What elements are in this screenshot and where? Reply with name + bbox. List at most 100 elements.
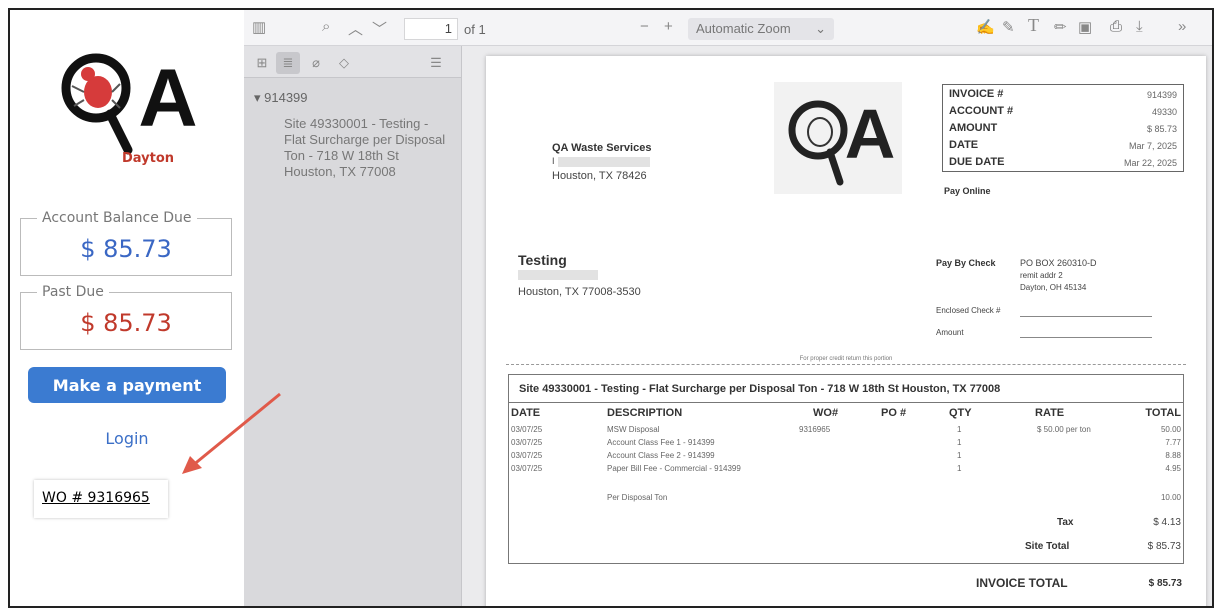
invoice-total-value: $ 85.73 <box>1148 578 1182 589</box>
screenshot-frame: A Dayton Account Balance Due $ 85.73 Pas… <box>8 8 1214 608</box>
col-po: PO # <box>881 407 907 419</box>
sender-name: QA Waste Services <box>552 142 652 154</box>
draw-icon[interactable]: ✏ <box>1054 18 1067 36</box>
attachments-icon[interactable]: ⌀ <box>304 52 328 74</box>
outline-item[interactable]: Site 49330001 - Testing - Flat Surcharge… <box>284 116 452 180</box>
row-total: 10.00 <box>1160 493 1181 502</box>
outline-root-label: 914399 <box>264 90 308 105</box>
meta-row: DATE Mar 7, 2025 <box>949 139 1177 156</box>
layers-icon[interactable]: ◇ <box>332 52 356 74</box>
row-desc: Paper Bill Fee - Commercial - 914399 <box>607 464 741 473</box>
viewer-sidebar: ⊞ ≣ ⌀ ◇ ☰ ▾ 914399 Site 49330001 - Testi… <box>244 46 462 606</box>
signature-icon[interactable]: ✍ <box>976 18 995 36</box>
more-tools-icon[interactable]: » <box>1178 18 1186 35</box>
print-icon[interactable]: ⎙ <box>1110 18 1122 35</box>
brand-text: Dayton <box>122 151 174 166</box>
row-qty: 1 <box>957 438 962 447</box>
save-icon[interactable]: ⤓ <box>1136 18 1143 35</box>
work-order-annotation: WO # 9316965 <box>34 480 168 518</box>
page-count: of 1 <box>464 22 486 37</box>
row-date: 03/07/25 <box>511 451 543 460</box>
search-icon[interactable]: ⌕ <box>322 18 330 35</box>
account-balance-amount: $ 85.73 <box>80 235 172 263</box>
enclosed-check-line <box>1020 316 1152 317</box>
annotation-arrow-icon <box>182 392 281 474</box>
recipient-name: Testing <box>518 252 567 268</box>
remit-line2: remit addr 2 <box>1020 271 1063 280</box>
sidebar-tabs: ⊞ ≣ ⌀ ◇ ☰ <box>244 46 461 78</box>
meta-label: AMOUNT <box>949 122 998 134</box>
tear-line <box>506 364 1186 365</box>
invoice-page: A QA Waste Services I Houston, TX 78426 … <box>486 56 1206 606</box>
site-title: Site 49330001 - Testing - Flat Surcharge… <box>519 383 1001 395</box>
qa-logo: A Dayton <box>61 53 198 166</box>
zoom-select[interactable]: Automatic Zoom ⌄ <box>688 18 834 40</box>
image-icon[interactable]: ▣ <box>1078 18 1092 36</box>
col-wo: WO# <box>813 407 839 419</box>
enclosed-check-label: Enclosed Check # <box>936 306 1001 315</box>
account-balance-label: Account Balance Due <box>37 210 197 226</box>
meta-value: 914399 <box>1146 90 1177 100</box>
invoice-total-label: INVOICE TOTAL <box>976 576 1068 590</box>
invoice-qa-logo: A <box>774 82 902 194</box>
pay-online-link[interactable]: Pay Online <box>944 186 991 196</box>
zoom-out-icon[interactable]: − <box>640 18 649 35</box>
sender-line1: I <box>552 156 555 166</box>
meta-value: Mar 7, 2025 <box>1128 141 1177 151</box>
account-balance-box: Account Balance Due $ 85.73 <box>20 210 232 276</box>
meta-row: AMOUNT $ 85.73 <box>949 122 1177 139</box>
past-due-amount: $ 85.73 <box>80 309 172 337</box>
site-total-value: $ 85.73 <box>1147 541 1181 552</box>
pay-by-check-label: Pay By Check <box>936 258 996 268</box>
highlight-icon[interactable]: ✎ <box>1002 18 1015 36</box>
current-outline-icon[interactable]: ☰ <box>424 52 448 74</box>
meta-label: ACCOUNT # <box>949 105 1014 117</box>
pdf-viewer: ▥ ⌕ ︿ ﹀ 1 of 1 − + Automatic Zoom ⌄ ✍ ✎ … <box>244 10 1212 606</box>
row-desc: Per Disposal Ton <box>607 493 668 502</box>
outline-icon[interactable]: ≣ <box>276 52 300 74</box>
row-total: 7.77 <box>1165 438 1181 447</box>
outline-root-item[interactable]: ▾ 914399 <box>254 90 308 106</box>
tax-value: $ 4.13 <box>1153 517 1181 528</box>
recipient-city: Houston, TX 77008-3530 <box>518 286 641 298</box>
col-rate: RATE <box>1035 407 1065 419</box>
col-qty: QTY <box>949 407 972 419</box>
invoice-meta-box: INVOICE # 914399 ACCOUNT # 49330 AMOUNT $ 8… <box>942 84 1184 172</box>
amount-line <box>1020 337 1152 338</box>
row-date: 03/07/25 <box>511 425 543 434</box>
meta-value: $ 85.73 <box>1146 124 1177 134</box>
row-total: 8.88 <box>1165 451 1181 460</box>
viewer-toolbar: ▥ ⌕ ︿ ﹀ 1 of 1 − + Automatic Zoom ⌄ ✍ ✎ … <box>244 10 1212 46</box>
chevron-down-icon: ⌄ <box>815 21 826 36</box>
row-date: 03/07/25 <box>511 464 543 473</box>
meta-value: Mar 22, 2025 <box>1123 158 1177 168</box>
zoom-in-icon[interactable]: + <box>664 18 673 35</box>
page-number-input[interactable]: 1 <box>404 18 458 40</box>
remit-line1: PO BOX 260310-D <box>1020 258 1097 268</box>
meta-row: INVOICE # 914399 <box>949 88 1177 105</box>
meta-value: 49330 <box>1151 107 1177 117</box>
amount-label: Amount <box>936 328 964 337</box>
meta-row: ACCOUNT # 49330 <box>949 105 1177 122</box>
sidebar-toggle-icon[interactable]: ▥ <box>252 18 266 36</box>
redacted-address <box>558 157 650 167</box>
col-description: DESCRIPTION <box>607 407 683 419</box>
text-icon[interactable]: T <box>1028 15 1039 36</box>
col-date: DATE <box>511 407 541 419</box>
work-order-text: WO # 9316965 <box>42 490 150 506</box>
row-desc: MSW Disposal <box>607 425 660 434</box>
zoom-select-value: Automatic Zoom <box>696 21 791 36</box>
remit-line3: Dayton, OH 45134 <box>1020 283 1087 292</box>
row-qty: 1 <box>957 464 962 473</box>
site-divider <box>509 402 1183 403</box>
thumbnails-icon[interactable]: ⊞ <box>250 52 274 74</box>
meta-label: DATE <box>949 139 979 151</box>
row-total: 50.00 <box>1160 425 1181 434</box>
chevron-up-icon[interactable]: ︿ <box>348 18 363 39</box>
chevron-down-icon[interactable]: ﹀ <box>372 18 387 39</box>
row-desc: Account Class Fee 1 - 914399 <box>607 438 715 447</box>
sender-city: Houston, TX 78426 <box>552 170 647 182</box>
row-desc: Account Class Fee 2 - 914399 <box>607 451 715 460</box>
row-total: 4.95 <box>1165 464 1181 473</box>
meta-row: DUE DATE Mar 22, 2025 <box>949 156 1177 173</box>
